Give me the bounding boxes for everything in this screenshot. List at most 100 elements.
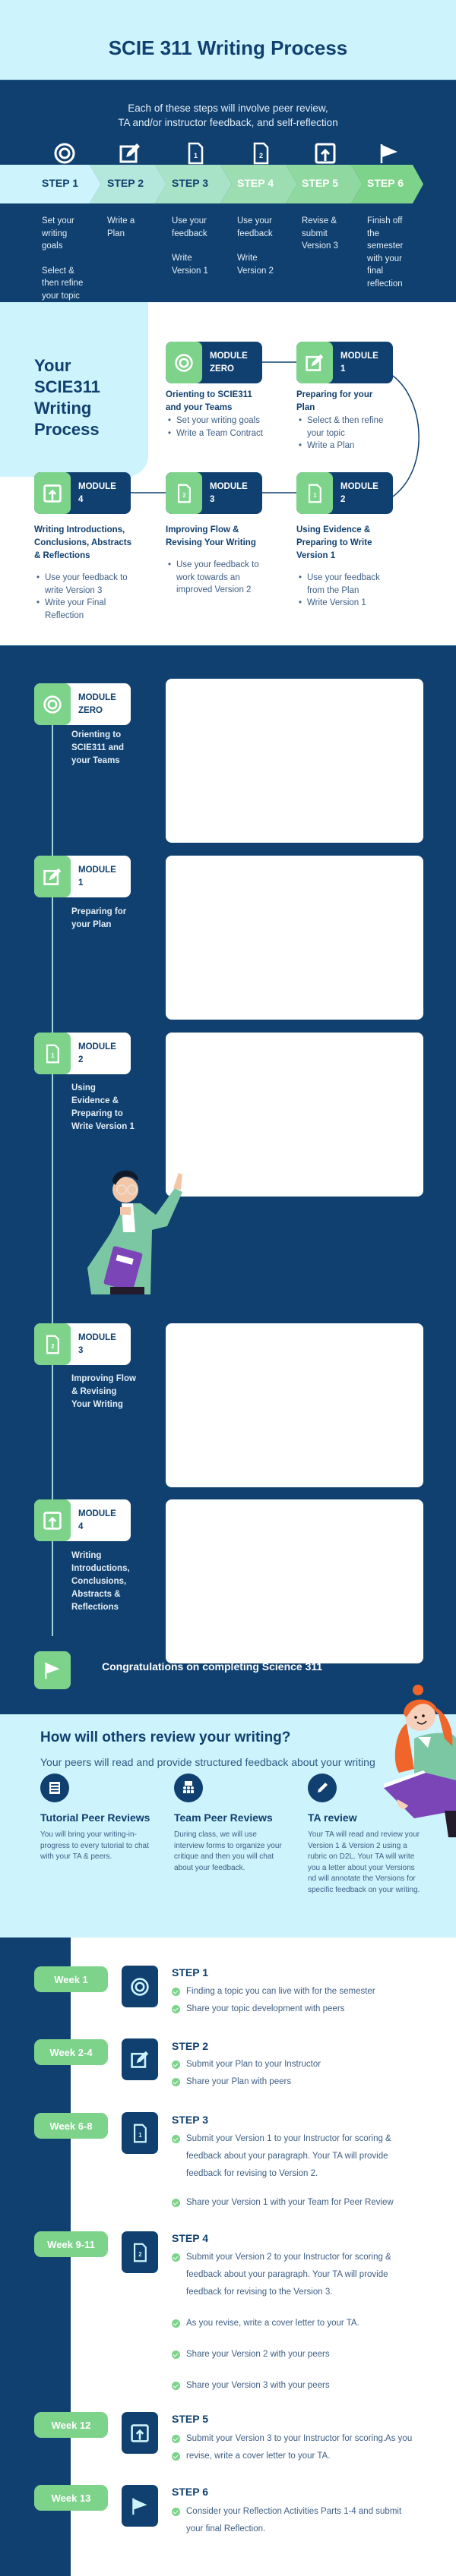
check-icon (172, 2060, 180, 2069)
module-3-details: Improving Flow & Revising Your Writing U… (166, 524, 261, 597)
schedule-step-6-items: Consider your Reflection Activities Part… (172, 2503, 415, 2538)
module-4-details: Writing Introductions, Conclusions, Abst… (34, 524, 133, 622)
module-2-badge: 1 MODULE 2 (296, 472, 393, 514)
check-icon (172, 2508, 180, 2516)
svg-text:1: 1 (51, 1052, 55, 1059)
week-12-badge: Week 12 (34, 2412, 108, 2438)
module-2-details: Using Evidence & Preparing to Write Vers… (296, 524, 388, 610)
timeline-content-card (166, 1323, 423, 1487)
module-1-badge: MODULE 1 (296, 342, 393, 383)
edit-icon (34, 856, 71, 897)
svg-text:2: 2 (51, 1343, 55, 1350)
week-1-badge: Week 1 (34, 1966, 108, 1992)
week-9-11-badge: Week 9-11 (34, 2231, 108, 2257)
schedule-step-2-items: Submit your Plan to your Instructor Shar… (172, 2056, 430, 2091)
schedule-step-1-title: STEP 1 (172, 1966, 208, 1979)
timeline-content-card (166, 856, 423, 1020)
timeline-module-2: 1 MODULE 2 (34, 1033, 131, 1074)
list-item: Share your topic development with peers (172, 2001, 430, 2018)
target-icon (34, 683, 71, 725)
check-icon (172, 2078, 180, 2086)
check-icon (172, 2351, 180, 2359)
check-icon (172, 2319, 180, 2328)
svg-text:1: 1 (138, 2132, 142, 2139)
list-item: revise, write a cover letter to your TA. (172, 2448, 445, 2465)
check-icon (172, 2005, 180, 2013)
list-item: Submit your Version 3 to your Instructor… (172, 2430, 445, 2448)
module-4-badge: MODULE 4 (34, 472, 131, 514)
svg-text:2: 2 (182, 492, 186, 499)
schedule-step-4-items: Submit your Version 2 to your Instructor… (172, 2249, 423, 2395)
overview-subtitle: Each of these steps will involve peer re… (118, 102, 338, 128)
congratulations-text: Congratulations on completing Science 31… (102, 1660, 323, 1673)
flag-icon (122, 2485, 158, 2527)
svg-text:1: 1 (194, 152, 198, 159)
upload-icon (314, 142, 337, 165)
schedule-step-1-items: Finding a topic you can live with for th… (172, 1983, 430, 2018)
timeline-module-3-description: Improving Flow & Revising Your Writing (71, 1374, 136, 1409)
timeline-content-card (166, 679, 423, 843)
target-icon (122, 1966, 158, 2007)
upload-icon (34, 472, 71, 514)
ta-review-title: TA review (308, 1811, 357, 1824)
edit-icon (119, 142, 141, 165)
list-item: Share your Version 2 with your peers (172, 2346, 423, 2363)
schedule-step-3-items: Submit your Version 1 to your Instructor… (172, 2130, 423, 2212)
step-3-label: STEP 3 (172, 177, 208, 189)
document-2-icon: 2 (34, 1323, 71, 1365)
document-2-icon: 2 (249, 142, 272, 165)
svg-text:2: 2 (259, 152, 263, 159)
reader-illustration (384, 1685, 456, 1837)
tutorial-peer-reviews-text: You will bring your writing-in-progress … (40, 1830, 149, 1861)
list-item: Share your Version 3 with your peers (172, 2377, 423, 2395)
team-peer-reviews-text: During class, we will use interview form… (174, 1830, 282, 1872)
schedule-step-5-title: STEP 5 (172, 2413, 208, 2425)
timeline-module-1-description: Preparing for your Plan (71, 907, 127, 929)
timeline-module-3: 2 MODULE 3 (34, 1323, 131, 1365)
week-6-8-badge: Week 6-8 (34, 2113, 108, 2139)
step-1-text: Set your writing goals Select & then ref… (42, 216, 84, 301)
list-item: Submit your Plan to your Instructor (172, 2056, 430, 2073)
timeline-module-4-description: Writing Introductions, Conclusions, Abst… (71, 1551, 130, 1612)
teacher-illustration (87, 1170, 182, 1294)
document-1-icon: 1 (34, 1033, 71, 1074)
module-zero-badge: MODULE ZERO (166, 342, 262, 383)
module-1-details: Preparing for your Plan Select & then re… (296, 389, 391, 452)
list-item: As you revise, write a cover letter to y… (172, 2315, 423, 2332)
timeline-module-1: MODULE 1 (34, 856, 131, 897)
list-item: Consider your Reflection Activities Part… (172, 2503, 415, 2538)
schedule-step-5-items: Submit your Version 3 to your Instructor… (172, 2430, 445, 2465)
edit-icon (122, 2038, 158, 2080)
timeline-module-zero: MODULE ZERO (34, 683, 131, 725)
team-peer-reviews-title: Team Peer Reviews (174, 1811, 273, 1824)
step-6-label: STEP 6 (367, 177, 404, 189)
step-4-text: Use your feedback Write Version 2 (237, 216, 274, 276)
review-subtitle: Your peers will read and provide structu… (40, 1756, 375, 1768)
check-icon (172, 2435, 180, 2443)
step-1-label: STEP 1 (42, 177, 78, 189)
week-2-4-badge: Week 2-4 (34, 2039, 108, 2065)
connector-curve (392, 375, 420, 497)
schedule-step-6-title: STEP 6 (172, 2486, 208, 2498)
check-icon (172, 2452, 180, 2461)
list-item: Share your Version 1 with your Team for … (172, 2194, 423, 2212)
schedule-step-4-title: STEP 4 (172, 2232, 208, 2244)
step-2-text: Write a Plan (107, 216, 135, 238)
tutorial-peer-reviews-title: Tutorial Peer Reviews (40, 1811, 150, 1824)
flag-icon (45, 1662, 60, 1679)
step-3-text: Use your feedback Write Version 1 (172, 216, 208, 276)
page-title: SCIE 311 Writing Process (108, 36, 348, 59)
step-5-label: STEP 5 (302, 177, 338, 189)
schedule-step-3-title: STEP 3 (172, 2114, 208, 2126)
check-icon (172, 2199, 180, 2207)
document-2-icon: 2 (166, 472, 202, 514)
flag-icon (378, 142, 401, 165)
list-item: Submit your Version 1 to your Instructor… (172, 2130, 423, 2183)
target-icon (53, 142, 76, 165)
list-item: Share your Plan with peers (172, 2073, 430, 2091)
step-2-label: STEP 2 (107, 177, 144, 189)
timeline-content-card (166, 1499, 423, 1663)
pencil-icon (308, 1774, 337, 1802)
check-icon (172, 1988, 180, 1996)
check-icon (172, 2135, 180, 2143)
